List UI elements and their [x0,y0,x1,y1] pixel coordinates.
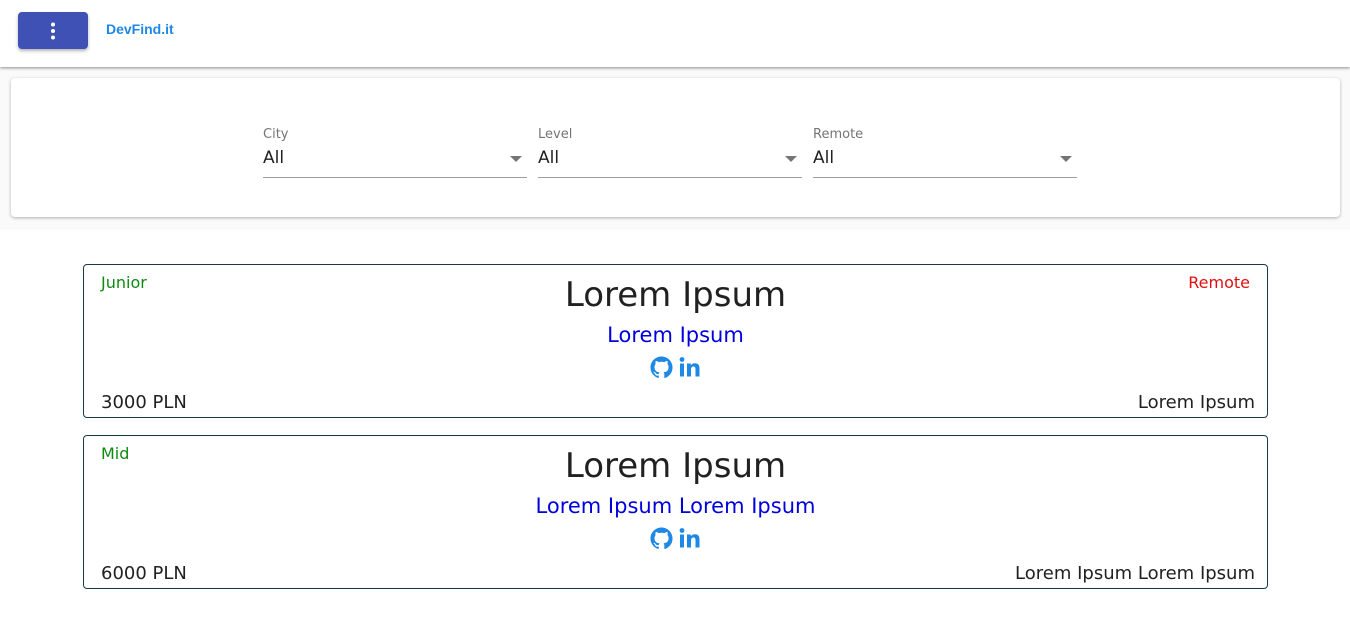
brand-link[interactable]: DevFind.it [106,21,174,37]
city-select-label: City [263,127,289,142]
level-select-label: Level [538,127,573,142]
job-salary: 6000 PLN [101,563,187,584]
select-underline [813,177,1077,178]
job-title: Lorem Ipsum [564,446,787,486]
job-salary: 3000 PLN [101,392,187,413]
remote-select[interactable]: Remote All [813,126,1077,178]
menu-button[interactable] [18,12,88,49]
job-links [84,527,1267,551]
city-select-value: All [263,148,285,168]
filters-card: City All Level All Remote All [11,78,1340,217]
select-underline [263,177,527,178]
remote-select-value: All [813,148,835,168]
job-card[interactable]: Mid Lorem Ipsum Lorem Ipsum Lorem Ipsum … [83,435,1268,589]
more-vert-icon [51,22,55,40]
app-bar: DevFind.it [0,0,1350,67]
job-card[interactable]: Junior Remote Lorem Ipsum Lorem Ipsum 30… [83,264,1268,418]
linkedin-icon[interactable] [679,527,701,554]
job-title: Lorem Ipsum [564,275,787,315]
level-select[interactable]: Level All [538,126,802,178]
github-icon[interactable] [650,527,673,554]
filters-section: City All Level All Remote All [0,67,1350,230]
job-links [84,356,1267,380]
dropdown-arrow-icon [1060,156,1072,162]
city-select[interactable]: City All [263,126,527,178]
job-company: Lorem Ipsum Lorem Ipsum [535,494,816,518]
job-location: Lorem Ipsum [1137,392,1255,413]
remote-select-label: Remote [813,127,864,142]
linkedin-icon[interactable] [679,356,701,383]
github-icon[interactable] [650,356,673,383]
dropdown-arrow-icon [785,156,797,162]
select-underline [538,177,802,178]
job-company: Lorem Ipsum [607,323,744,347]
level-select-value: All [538,148,560,168]
job-location: Lorem Ipsum Lorem Ipsum [1015,563,1255,584]
dropdown-arrow-icon [510,156,522,162]
